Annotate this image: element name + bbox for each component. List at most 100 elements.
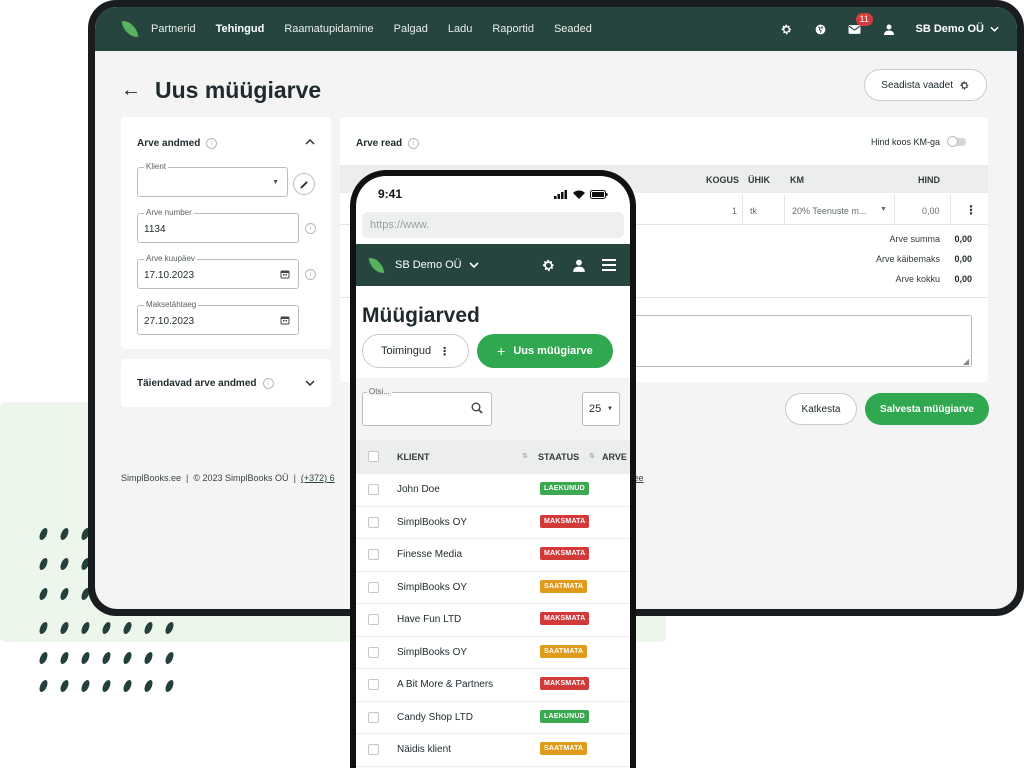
back-arrow-icon[interactable]: ← xyxy=(121,79,141,102)
client-name[interactable]: SimplBooks OY xyxy=(397,647,467,658)
signal-icon xyxy=(554,189,567,199)
row-checkbox[interactable] xyxy=(368,744,379,755)
page-size-select[interactable]: 25 ▼ xyxy=(582,392,620,426)
list-item[interactable]: A Bit More & Partners MAKSMATA xyxy=(356,669,630,702)
info-icon[interactable]: i xyxy=(305,269,316,280)
extra-details-header: Täiendavad arve andmed i xyxy=(137,378,274,389)
plus-icon: + xyxy=(497,343,506,359)
client-name[interactable]: Finesse Media xyxy=(397,549,462,560)
caret-down-icon[interactable]: ▼ xyxy=(880,206,887,213)
total-vat-label: Arve käibemaks xyxy=(875,254,940,264)
nav-item-accounting[interactable]: Raamatupidamine xyxy=(284,23,373,35)
client-name[interactable]: SimplBooks OY xyxy=(397,582,467,593)
cancel-button[interactable]: Katkesta xyxy=(785,393,857,425)
status-badge: LAEKUNUD xyxy=(540,709,589,723)
info-icon[interactable]: i xyxy=(262,378,274,389)
list-item[interactable]: Näidis klient SAATMATA xyxy=(356,734,630,767)
decor-dot xyxy=(59,558,70,570)
info-icon[interactable]: i xyxy=(305,223,316,234)
new-invoice-button[interactable]: + Uus müügiarve xyxy=(477,334,613,368)
hamburger-menu-icon[interactable] xyxy=(602,259,616,271)
info-icon[interactable]: i xyxy=(206,138,218,149)
row-unit[interactable]: tk xyxy=(750,206,757,216)
top-navigation: Partnerid Tehingud Raamatupidamine Palga… xyxy=(95,7,1017,51)
nav-item-payroll[interactable]: Palgad xyxy=(394,23,428,35)
list-item[interactable]: SimplBooks OY SAATMATA xyxy=(356,572,630,604)
list-item[interactable]: SimplBooks OY SAATMATA xyxy=(356,637,630,669)
due-date-field[interactable]: Maksetähtaeg 27.10.2023 xyxy=(137,300,299,335)
nav-item-partners[interactable]: Partnerid xyxy=(151,23,196,35)
list-item[interactable]: Have Fun LTD MAKSMATA xyxy=(356,604,630,637)
notification-badge: 11 xyxy=(855,13,873,26)
actions-button[interactable]: Toimingud ⋮ xyxy=(362,334,470,368)
user-icon[interactable] xyxy=(882,22,896,36)
calendar-icon[interactable] xyxy=(280,315,290,325)
browser-url-bar[interactable]: https://www. xyxy=(362,212,624,238)
extra-details-card[interactable]: Täiendavad arve andmed i xyxy=(121,359,331,407)
info-icon[interactable]: i xyxy=(408,138,420,149)
select-all-checkbox[interactable] xyxy=(368,451,379,462)
list-item[interactable]: Candy Shop LTD LAEKUNUD xyxy=(356,702,630,734)
chevron-down-icon[interactable] xyxy=(305,380,315,386)
nav-item-settings[interactable]: Seaded xyxy=(554,23,592,35)
toggle-switch[interactable] xyxy=(947,136,966,147)
col-amount[interactable]: ARVE N xyxy=(602,452,630,462)
col-status[interactable]: STAATUS xyxy=(538,452,579,462)
row-checkbox[interactable] xyxy=(368,516,379,528)
gear-icon[interactable] xyxy=(541,258,556,273)
client-name[interactable]: SimplBooks OY xyxy=(397,517,467,528)
vat-price-toggle[interactable]: Hind koos KM-ga xyxy=(871,136,966,147)
grand-total-label: Arve kokku xyxy=(895,274,940,284)
edit-client-button[interactable] xyxy=(293,173,315,195)
sort-icon[interactable]: ⇅ xyxy=(522,452,528,460)
resize-handle-icon[interactable]: ◢ xyxy=(963,357,969,366)
row-checkbox[interactable] xyxy=(368,549,379,560)
list-item[interactable]: Finesse Media MAKSMATA xyxy=(356,539,630,572)
client-name[interactable]: Näidis klient xyxy=(397,744,451,755)
row-checkbox[interactable] xyxy=(368,614,379,625)
client-select[interactable]: Klient ▼ xyxy=(137,162,288,197)
customize-view-button[interactable]: Seadista vaadet xyxy=(864,69,987,101)
decor-dot xyxy=(59,528,70,540)
footer-phone-link[interactable]: (+372) 6 xyxy=(301,473,335,483)
client-name[interactable]: Candy Shop LTD xyxy=(397,712,473,723)
user-icon[interactable] xyxy=(572,258,586,273)
logo-leaf-icon[interactable] xyxy=(368,255,385,275)
gear-icon[interactable] xyxy=(780,22,794,36)
nav-item-warehouse[interactable]: Ladu xyxy=(448,23,472,35)
list-item[interactable]: SimplBooks OY MAKSMATA xyxy=(356,507,630,539)
invoice-date-field[interactable]: Arve kuupäev 17.10.2023 xyxy=(137,254,299,289)
search-icon[interactable] xyxy=(471,402,483,414)
list-item[interactable]: John Doe LAEKUNUD xyxy=(356,474,630,507)
invoice-number-field[interactable]: Arve number 1134 xyxy=(137,208,299,243)
chevron-down-icon[interactable] xyxy=(469,262,479,268)
new-invoice-label: Uus müügiarve xyxy=(513,345,593,357)
phone-company-name[interactable]: SB Demo OÜ xyxy=(395,259,462,271)
client-name[interactable]: John Doe xyxy=(397,484,440,495)
row-checkbox[interactable] xyxy=(368,711,379,723)
nav-item-reports[interactable]: Raportid xyxy=(492,23,534,35)
decor-dot xyxy=(38,528,49,540)
row-vat-select[interactable]: 20% Teenuste m... xyxy=(792,206,866,216)
globe-icon[interactable] xyxy=(814,22,828,36)
company-switcher[interactable]: SB Demo OÜ xyxy=(916,23,999,35)
client-name[interactable]: A Bit More & Partners xyxy=(397,679,493,690)
row-qty[interactable]: 1 xyxy=(732,206,737,216)
more-vertical-icon[interactable]: ⋮ xyxy=(965,203,977,217)
chevron-up-icon[interactable] xyxy=(305,139,315,145)
search-input[interactable]: Otsi... xyxy=(362,387,492,426)
col-client[interactable]: KLIENT xyxy=(397,452,430,462)
row-price[interactable]: 0,00 xyxy=(922,206,940,216)
row-checkbox[interactable] xyxy=(368,679,379,690)
row-checkbox[interactable] xyxy=(368,646,379,658)
mail-icon[interactable]: 11 xyxy=(848,13,873,36)
row-checkbox[interactable] xyxy=(368,484,379,495)
invoice-details-header[interactable]: Arve andmed i xyxy=(137,138,218,149)
sort-icon[interactable]: ⇅ xyxy=(589,452,595,460)
save-invoice-button[interactable]: Salvesta müügiarve xyxy=(865,393,989,425)
client-name[interactable]: Have Fun LTD xyxy=(397,614,461,625)
logo-leaf-icon[interactable] xyxy=(121,18,139,40)
nav-item-transactions[interactable]: Tehingud xyxy=(216,23,265,35)
calendar-icon[interactable] xyxy=(280,269,290,279)
row-checkbox[interactable] xyxy=(368,581,379,593)
